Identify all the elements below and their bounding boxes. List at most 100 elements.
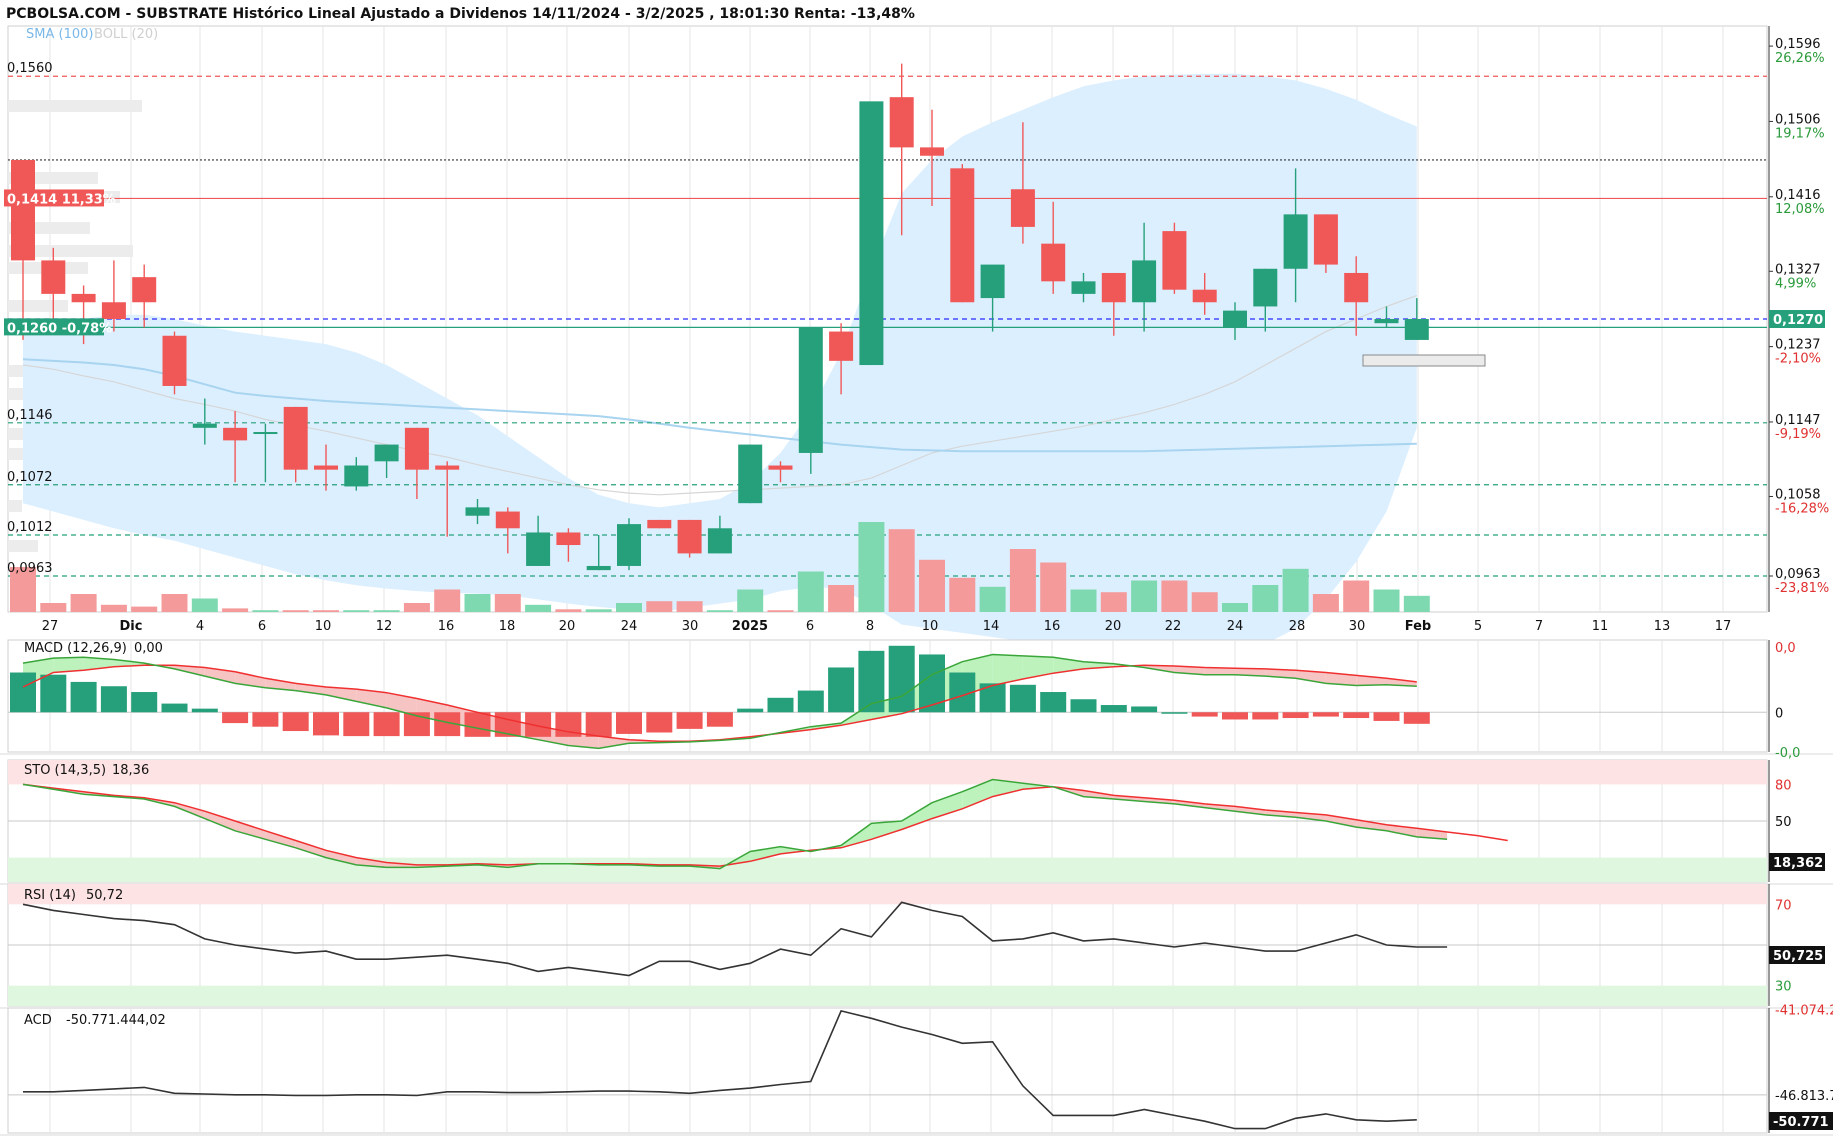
macd-histogram-bar xyxy=(797,690,824,713)
sto-value: 18,36 xyxy=(112,763,149,778)
macd-histogram-bar xyxy=(252,712,279,727)
x-tick-label: 27 xyxy=(42,619,59,634)
macd-histogram-bar xyxy=(161,703,188,713)
right-pct-label: 4,99% xyxy=(1775,276,1816,291)
macd-histogram-bar xyxy=(1161,712,1188,714)
x-tick-label: 20 xyxy=(559,619,576,634)
right-price-label: 0,1237 xyxy=(1775,338,1821,353)
macd-histogram-bar xyxy=(191,708,218,713)
volume-bar xyxy=(222,608,249,612)
macd-histogram-bar xyxy=(1282,712,1309,719)
volume-bar xyxy=(828,585,855,612)
right-price-label: 0,1327 xyxy=(1775,262,1821,277)
macd-histogram-bar xyxy=(40,674,67,713)
volume-bar xyxy=(737,589,764,612)
volume-profile-bar xyxy=(8,500,22,512)
left-price-badge-text: 0,1260 -0,78% xyxy=(7,321,112,336)
macd-histogram-bar xyxy=(131,692,158,713)
macd-histogram-bar xyxy=(464,712,491,737)
acd-current-text: -50.771 xyxy=(1773,1115,1829,1130)
candle-body xyxy=(465,507,490,516)
price-panel[interactable]: 0,1560 0,1146 0,1072 0,1012 0,0963 0,1414 11,… xyxy=(4,25,1829,656)
macd-histogram-bar xyxy=(222,712,249,724)
volume-bar xyxy=(1100,592,1127,612)
volume-bar xyxy=(403,603,430,612)
macd-axis-label: 0 xyxy=(1775,706,1783,721)
volume-bar xyxy=(434,589,461,612)
volume-bar xyxy=(464,594,491,612)
rsi-panel: RSI (14) 50,72 70 30 50,725 xyxy=(0,883,1833,1009)
x-tick-label: 18 xyxy=(499,619,516,634)
candle-body xyxy=(798,327,823,453)
volume-bar xyxy=(1343,580,1370,612)
volume-bar xyxy=(1373,589,1400,612)
volume-bar xyxy=(191,598,218,612)
legend-boll[interactable]: BOLL (20) xyxy=(94,27,158,42)
chart-title: PCBOLSA.COM - SUBSTRATE Histórico Lineal… xyxy=(6,6,915,22)
x-tick-label: 6 xyxy=(806,619,814,634)
right-pct-label: 26,26% xyxy=(1775,51,1825,66)
macd-histogram-bar xyxy=(1040,692,1067,713)
left-price-badge-text: 0,1414 11,33% xyxy=(7,192,116,207)
candle-body xyxy=(435,465,460,470)
candle-body xyxy=(980,264,1005,299)
volume-bar xyxy=(1252,585,1279,612)
volume-bar xyxy=(1312,594,1339,612)
x-tick-label: 10 xyxy=(315,619,332,634)
x-tick-label: 16 xyxy=(438,619,455,634)
candle-body xyxy=(526,532,551,566)
acd-axis-label: -46.813.72 xyxy=(1775,1089,1833,1104)
stock-chart[interactable]: 0,1560 0,1146 0,1072 0,1012 0,0963 0,1414 11,… xyxy=(0,0,1833,1138)
left-price-label: 0,1072 xyxy=(7,470,53,485)
x-tick-label: 10 xyxy=(922,619,939,634)
macd-histogram-bar xyxy=(373,712,400,737)
macd-histogram-bar xyxy=(646,712,673,733)
candle-body xyxy=(1283,214,1308,269)
volume-bar xyxy=(585,609,612,612)
candle-body xyxy=(253,432,278,435)
candle-body xyxy=(1374,319,1399,324)
x-tick-label: 28 xyxy=(1289,619,1306,634)
volume-bar xyxy=(40,603,67,612)
macd-histogram-bar xyxy=(282,712,309,732)
sto-axis-label: 80 xyxy=(1775,778,1792,793)
right-price-label: 0,1058 xyxy=(1775,487,1821,502)
volume-bar xyxy=(1161,580,1188,612)
macd-histogram-bar xyxy=(1070,699,1097,713)
acd-axis-label: -41.074.25 xyxy=(1775,1003,1833,1018)
candle-body xyxy=(314,465,338,470)
macd-histogram-bar xyxy=(676,712,703,729)
volume-bar xyxy=(646,601,673,612)
volume-bar xyxy=(1403,595,1430,612)
right-price-label: 0,0963 xyxy=(1775,567,1821,582)
candle-body xyxy=(707,528,732,554)
x-tick-label: 30 xyxy=(1349,619,1366,634)
candle-body xyxy=(889,97,914,148)
x-tick-label: 4 xyxy=(196,619,204,634)
candle-body xyxy=(556,532,581,546)
candle-body xyxy=(1010,189,1035,227)
candle-body xyxy=(647,519,672,529)
candle-body xyxy=(859,101,884,366)
left-price-label: 0,1012 xyxy=(7,520,53,535)
legend-sma[interactable]: SMA (100) xyxy=(26,27,93,42)
range-box xyxy=(1362,354,1486,367)
x-tick-label: 8 xyxy=(866,619,874,634)
macd-histogram-bar xyxy=(1373,712,1400,721)
candle-body xyxy=(768,465,793,470)
left-price-label: 0,0963 xyxy=(7,561,53,576)
oversold-zone xyxy=(8,857,1767,882)
volume-bar xyxy=(706,610,733,612)
volume-profile-bar xyxy=(8,100,142,112)
volume-bar xyxy=(949,577,976,612)
macd-histogram-bar xyxy=(737,708,764,713)
candle-body xyxy=(71,293,96,303)
macd-histogram-bar xyxy=(100,686,127,713)
macd-histogram-bar xyxy=(70,681,97,713)
left-price-label: 0,1560 xyxy=(7,61,53,76)
candle-body xyxy=(1404,319,1429,340)
x-tick-label: 22 xyxy=(1165,619,1182,634)
x-tick-label: 2025 xyxy=(732,619,768,634)
candle-body xyxy=(1223,310,1247,328)
candle-body xyxy=(829,331,854,361)
